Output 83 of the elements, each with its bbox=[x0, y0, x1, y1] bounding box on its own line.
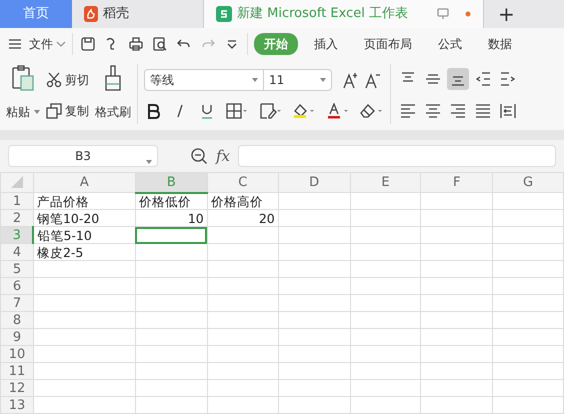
font-name-select[interactable]: 等线 bbox=[144, 68, 264, 90]
caret-icon bbox=[34, 110, 40, 114]
row-header[interactable]: 3 bbox=[0, 226, 34, 244]
document-tab[interactable]: 稻壳 bbox=[72, 0, 200, 28]
print-icon bbox=[128, 36, 144, 52]
cell-text: 20 bbox=[258, 210, 275, 226]
column-header[interactable]: E bbox=[350, 172, 421, 192]
save-icon bbox=[80, 36, 96, 52]
flame-icon bbox=[84, 6, 98, 22]
document-tab[interactable]: 新建 Microsoft Excel 工作表 bbox=[203, 0, 484, 28]
column-header[interactable]: D bbox=[278, 172, 350, 192]
scissors-icon bbox=[46, 72, 62, 88]
new-tab-button[interactable]: + bbox=[484, 0, 529, 28]
cell-text: 橡皮2-5 bbox=[36, 244, 84, 260]
column-header[interactable]: A bbox=[33, 172, 136, 192]
eraser-icon bbox=[359, 102, 384, 118]
cut-button[interactable]: 剪切 bbox=[46, 70, 89, 88]
cell-text: 铅笔5-10 bbox=[37, 228, 92, 242]
file-menu[interactable]: 文件 bbox=[8, 35, 66, 53]
caret-icon bbox=[252, 78, 258, 82]
column-header[interactable]: G bbox=[492, 172, 564, 192]
underline-icon bbox=[200, 102, 214, 118]
document-tab[interactable]: 首页 bbox=[0, 0, 72, 28]
caret-icon bbox=[320, 78, 326, 82]
cell-text: 10 bbox=[188, 210, 204, 226]
cell-text: 产品价格 bbox=[36, 194, 89, 208]
row-header[interactable]: 5 bbox=[0, 260, 34, 278]
column-header[interactable]: B bbox=[135, 172, 208, 192]
corner-triangle-icon bbox=[10, 176, 23, 188]
function-label[interactable]: fx bbox=[216, 144, 230, 168]
dot-icon bbox=[465, 11, 471, 17]
ribbon-tab[interactable]: 数据 bbox=[478, 33, 522, 55]
selected-cell[interactable] bbox=[135, 226, 208, 244]
name-box[interactable]: B3 bbox=[8, 145, 158, 167]
clipboard-icon bbox=[11, 64, 35, 92]
brush-icon bbox=[103, 64, 123, 92]
align-distribute-icon bbox=[498, 101, 518, 121]
caret-icon bbox=[146, 160, 152, 164]
cell-text: 价格低价 bbox=[138, 194, 191, 208]
menu-icon bbox=[8, 38, 22, 50]
row-header[interactable]: 7 bbox=[0, 294, 34, 312]
toolbar-button[interactable] bbox=[79, 36, 97, 52]
font-size-select[interactable]: 11 bbox=[264, 68, 332, 90]
row-header[interactable]: 1 bbox=[0, 192, 34, 210]
row-header[interactable]: 12 bbox=[0, 380, 34, 396]
chevron-icon bbox=[56, 40, 66, 48]
toolbar-button[interactable] bbox=[127, 36, 145, 52]
ribbon-tab[interactable]: 开始 bbox=[254, 33, 298, 55]
copy-button[interactable]: 复制 bbox=[46, 102, 89, 120]
monitor-icon bbox=[437, 8, 449, 20]
tab-label: 首页 bbox=[23, 5, 49, 24]
cell-text: 钢笔10-20 bbox=[36, 210, 100, 226]
borders-icon bbox=[226, 102, 248, 118]
row-header[interactable]: 6 bbox=[0, 278, 34, 294]
tab-label: 新建 Microsoft Excel 工作表 bbox=[237, 5, 408, 24]
row-header[interactable]: 10 bbox=[0, 346, 34, 362]
format-painter-button[interactable]: 格式刷 bbox=[95, 64, 131, 126]
row-header[interactable]: 11 bbox=[0, 362, 34, 380]
spreadsheet-icon bbox=[216, 6, 232, 22]
toolbar-button[interactable] bbox=[151, 36, 169, 52]
cell-text: 价格高价 bbox=[210, 194, 263, 208]
row-header[interactable]: 8 bbox=[0, 312, 34, 328]
tab-label: 稻壳 bbox=[103, 5, 129, 24]
ribbon-tab[interactable]: 页面布局 bbox=[354, 33, 422, 55]
bold-icon bbox=[146, 102, 160, 118]
row-header[interactable]: 4 bbox=[0, 244, 34, 260]
zoom-icon bbox=[190, 147, 208, 166]
paint-bucket-icon bbox=[293, 102, 316, 118]
formula-input[interactable] bbox=[238, 145, 556, 167]
ribbon-tab[interactable]: 公式 bbox=[428, 33, 472, 55]
copy-icon bbox=[46, 102, 62, 118]
print-preview-icon bbox=[152, 36, 168, 52]
font-color-icon bbox=[326, 102, 349, 118]
column-header[interactable]: F bbox=[420, 172, 493, 192]
row-header[interactable]: 13 bbox=[0, 396, 34, 414]
ribbon-tab[interactable]: 插入 bbox=[304, 33, 348, 55]
row-header[interactable]: 2 bbox=[0, 210, 34, 226]
alignment-button[interactable] bbox=[447, 68, 469, 90]
cell-style-icon bbox=[260, 102, 282, 118]
column-header[interactable]: C bbox=[207, 172, 278, 192]
paste-button[interactable]: 粘贴 bbox=[6, 64, 40, 126]
row-header[interactable]: 9 bbox=[0, 328, 34, 346]
font-grow-icon bbox=[342, 70, 360, 88]
